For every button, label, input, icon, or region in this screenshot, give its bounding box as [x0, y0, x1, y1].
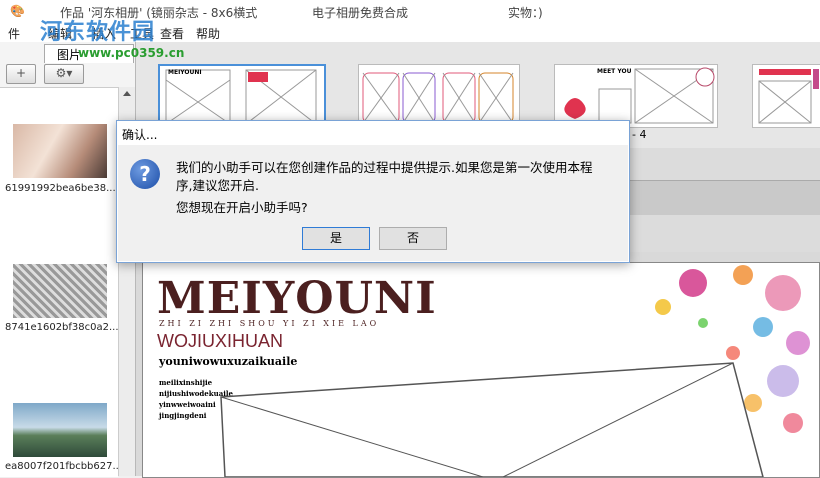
photo-thumbnail[interactable]	[13, 124, 107, 178]
photo-thumbnail[interactable]	[13, 264, 107, 318]
watermark-url: www.pc0359.cn	[78, 46, 185, 60]
editor-canvas: MEIYOUNI ZHI ZI ZHI SHOU YI ZI XIE LAO W…	[136, 252, 820, 478]
photo-thumbnail[interactable]	[13, 403, 107, 457]
yes-button[interactable]: 是	[302, 227, 370, 250]
album-page[interactable]: MEIYOUNI ZHI ZI ZHI SHOU YI ZI XIE LAO W…	[142, 262, 820, 478]
dialog-title: 确认...	[122, 128, 158, 142]
page-artwork	[220, 265, 810, 477]
template-label: MEIYOUNI	[168, 69, 202, 76]
photo-caption: 8741e1602bf38c0a2...	[5, 322, 119, 333]
template-thumbnail[interactable]	[358, 64, 520, 128]
template-thumbnail[interactable]	[752, 64, 820, 128]
dialog-message-line1: 我们的小助手可以在您创建作品的过程中提供提示.如果您是第一次使用本程	[176, 160, 593, 175]
menu-help[interactable]: 帮助	[196, 25, 220, 42]
photo-caption: ea8007f201fbcbb627...	[5, 461, 123, 472]
menu-view[interactable]: 查看	[160, 25, 184, 42]
photo-list: 61991992bea6be38... 8741e1602bf38c0a2...…	[0, 87, 122, 477]
watermark-logo: 河东软件园	[40, 20, 156, 45]
template-preview	[564, 67, 715, 124]
template-preview	[362, 72, 514, 124]
status-label: 实物：)	[508, 6, 543, 20]
template-label: MEET YOU	[597, 68, 632, 75]
photo-caption: 61991992bea6be38...	[5, 183, 116, 194]
app-icon: 🎨	[10, 4, 25, 18]
no-button[interactable]: 否	[379, 227, 447, 250]
settings-button[interactable]: ⚙▾	[44, 64, 84, 84]
dialog-message-line2: 序,建议您开启.	[176, 178, 259, 193]
template-preview	[758, 69, 819, 124]
template-page-label: - 4	[632, 128, 647, 141]
dialog-body: ? 我们的小助手可以在您创建作品的过程中提供提示.如果您是第一次使用本程 序,建…	[118, 145, 628, 261]
scroll-up-icon[interactable]	[123, 91, 131, 96]
template-thumbnail[interactable]: MEET YOU	[554, 64, 718, 128]
confirm-dialog: 确认... ? 我们的小助手可以在您创建作品的过程中提供提示.如果您是第一次使用…	[116, 120, 630, 263]
question-icon: ?	[130, 159, 160, 189]
mode-label: 电子相册免费合成	[312, 6, 409, 20]
add-photo-button[interactable]: +	[6, 64, 36, 84]
menu-file[interactable]: 件	[8, 25, 20, 42]
dialog-message-line3: 您想现在开启小助手吗?	[176, 200, 308, 215]
